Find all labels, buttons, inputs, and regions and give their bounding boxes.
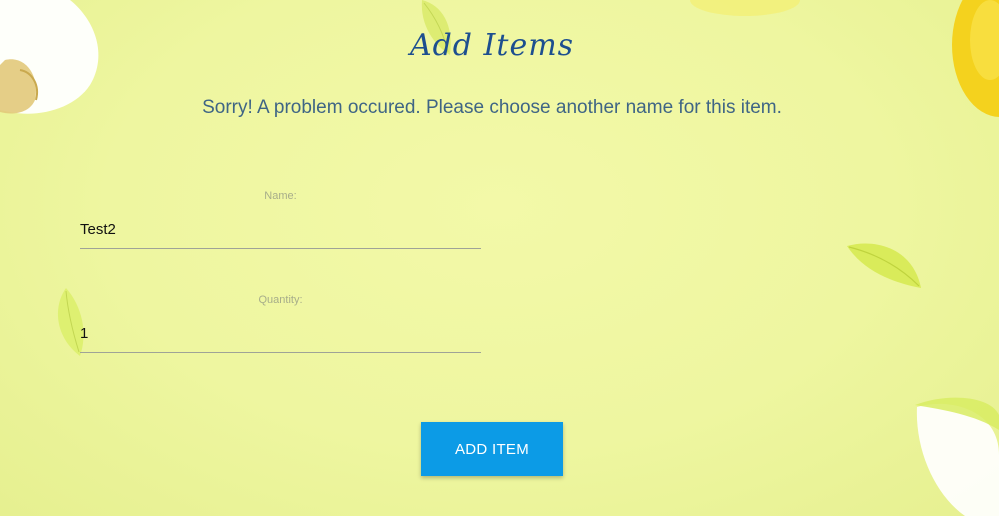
error-message: Sorry! A problem occured. Please choose …	[202, 97, 782, 118]
quantity-input[interactable]	[80, 325, 481, 353]
name-field-group: Name:	[80, 190, 481, 249]
page-title: Add Items	[409, 28, 575, 63]
leaf-icon	[847, 243, 921, 288]
lemon-icon	[690, 0, 800, 16]
name-label: Name:	[264, 190, 297, 202]
flower-petal-icon	[915, 397, 999, 516]
add-item-button[interactable]: ADD ITEM	[421, 422, 563, 476]
quantity-field-group: Quantity:	[80, 294, 481, 353]
quantity-label: Quantity:	[258, 294, 303, 306]
name-input[interactable]	[80, 221, 481, 249]
